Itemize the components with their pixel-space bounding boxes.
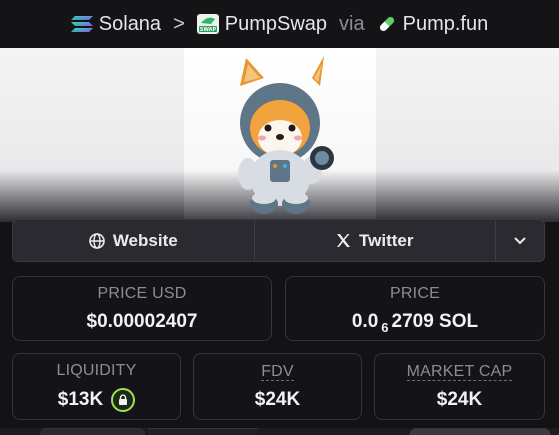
token-banner xyxy=(0,48,559,222)
market-cap-label[interactable]: MARKET CAP xyxy=(406,363,513,381)
breadcrumb-dex-label: PumpSwap xyxy=(224,12,328,35)
market-cap-card: MARKET CAP $24K xyxy=(374,353,545,420)
breadcrumb-chain[interactable]: Solana xyxy=(70,12,162,36)
next-section-tab[interactable] xyxy=(148,428,258,435)
fdv-label[interactable]: FDV xyxy=(261,363,294,381)
breadcrumb-chain-label: Solana xyxy=(98,12,162,35)
next-section-tab[interactable] xyxy=(40,428,145,435)
price-native-value: 0.0 6 2709 SOL xyxy=(351,310,479,336)
solana-icon xyxy=(70,16,93,32)
twitter-label: Twitter xyxy=(359,230,414,250)
liquidity-label: LIQUIDITY xyxy=(56,361,137,379)
price-label: PRICE xyxy=(390,284,440,302)
pumpswap-icon-text: SWAP xyxy=(200,27,217,33)
pill-icon xyxy=(378,15,395,33)
chevron-down-icon xyxy=(514,236,526,244)
fdv-value: $24K xyxy=(254,388,301,410)
lock-icon[interactable] xyxy=(111,387,136,412)
breadcrumb: Solana > SWAP PumpSwap via Pump.fun xyxy=(0,0,559,48)
liquidity-value: $13K xyxy=(57,388,104,410)
token-banner-image xyxy=(184,48,376,222)
dog-astronaut-illustration xyxy=(238,56,334,214)
liquidity-card: LIQUIDITY $13K xyxy=(12,353,181,420)
social-links-bar: Website Twitter xyxy=(12,219,545,262)
next-section-tab[interactable] xyxy=(410,428,550,435)
liquidity-value-row: $13K xyxy=(57,387,136,412)
price-usd-label: PRICE USD xyxy=(97,284,187,302)
price-native-card: PRICE 0.0 6 2709 SOL xyxy=(285,276,545,341)
price-zero-count: 6 xyxy=(381,320,389,335)
globe-icon xyxy=(89,232,105,249)
price-suffix: 2709 SOL xyxy=(391,310,479,332)
breadcrumb-dex[interactable]: SWAP PumpSwap xyxy=(196,12,328,36)
x-icon xyxy=(337,234,351,247)
price-usd-value: $0.00002407 xyxy=(86,310,198,332)
website-button[interactable]: Website xyxy=(13,220,255,261)
website-label: Website xyxy=(112,230,178,250)
market-cap-value: $24K xyxy=(436,388,483,410)
breadcrumb-launchpad[interactable]: Pump.fun xyxy=(377,12,489,36)
breadcrumb-via: via xyxy=(339,12,365,35)
fdv-card: FDV $24K xyxy=(193,353,362,420)
pumpswap-icon: SWAP xyxy=(196,14,219,34)
price-usd-card: PRICE USD $0.00002407 xyxy=(12,276,272,341)
breadcrumb-launchpad-label: Pump.fun xyxy=(402,12,489,35)
twitter-button[interactable]: Twitter xyxy=(255,220,496,261)
more-links-button[interactable] xyxy=(496,220,544,261)
price-prefix: 0.0 xyxy=(351,310,379,332)
breadcrumb-separator: > xyxy=(173,12,185,35)
